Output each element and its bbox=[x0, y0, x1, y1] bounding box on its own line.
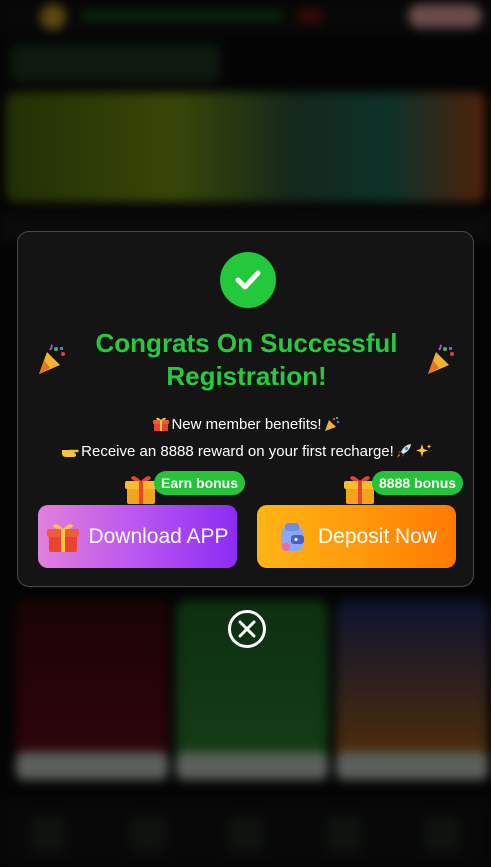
deposit-now-button[interactable]: Deposit Now bbox=[257, 505, 456, 568]
gift-icon bbox=[344, 476, 376, 504]
sparkles-icon bbox=[415, 444, 432, 457]
check-circle-icon bbox=[220, 252, 276, 308]
download-app-button[interactable]: Download APP bbox=[38, 505, 237, 568]
rocket-icon bbox=[396, 444, 411, 458]
gift-icon bbox=[47, 523, 80, 552]
deposit-bonus-badge: 8888 bonus bbox=[372, 471, 464, 495]
download-app-label: Download APP bbox=[88, 524, 229, 548]
registration-success-dialog: Congrats On Successful Registration! New… bbox=[17, 231, 474, 587]
reward-text: Receive an 8888 reward on your first rec… bbox=[81, 443, 394, 460]
close-circle-icon[interactable] bbox=[227, 609, 267, 649]
party-popper-icon bbox=[324, 417, 339, 431]
benefits-line: New member benefits! bbox=[18, 415, 475, 435]
earn-bonus-badge: Earn bonus bbox=[154, 471, 246, 495]
benefits-text: New member benefits! bbox=[171, 416, 322, 433]
dialog-title: Congrats On Successful Registration! bbox=[95, 328, 398, 391]
party-popper-icon bbox=[428, 344, 454, 374]
reward-line: Receive an 8888 reward on your first rec… bbox=[18, 442, 475, 462]
deposit-now-label: Deposit Now bbox=[317, 524, 438, 548]
wallet-icon bbox=[280, 522, 304, 551]
party-popper-icon bbox=[39, 344, 65, 374]
pointing-hand-icon bbox=[62, 449, 79, 457]
gift-icon bbox=[125, 476, 157, 504]
gift-icon bbox=[153, 417, 170, 431]
